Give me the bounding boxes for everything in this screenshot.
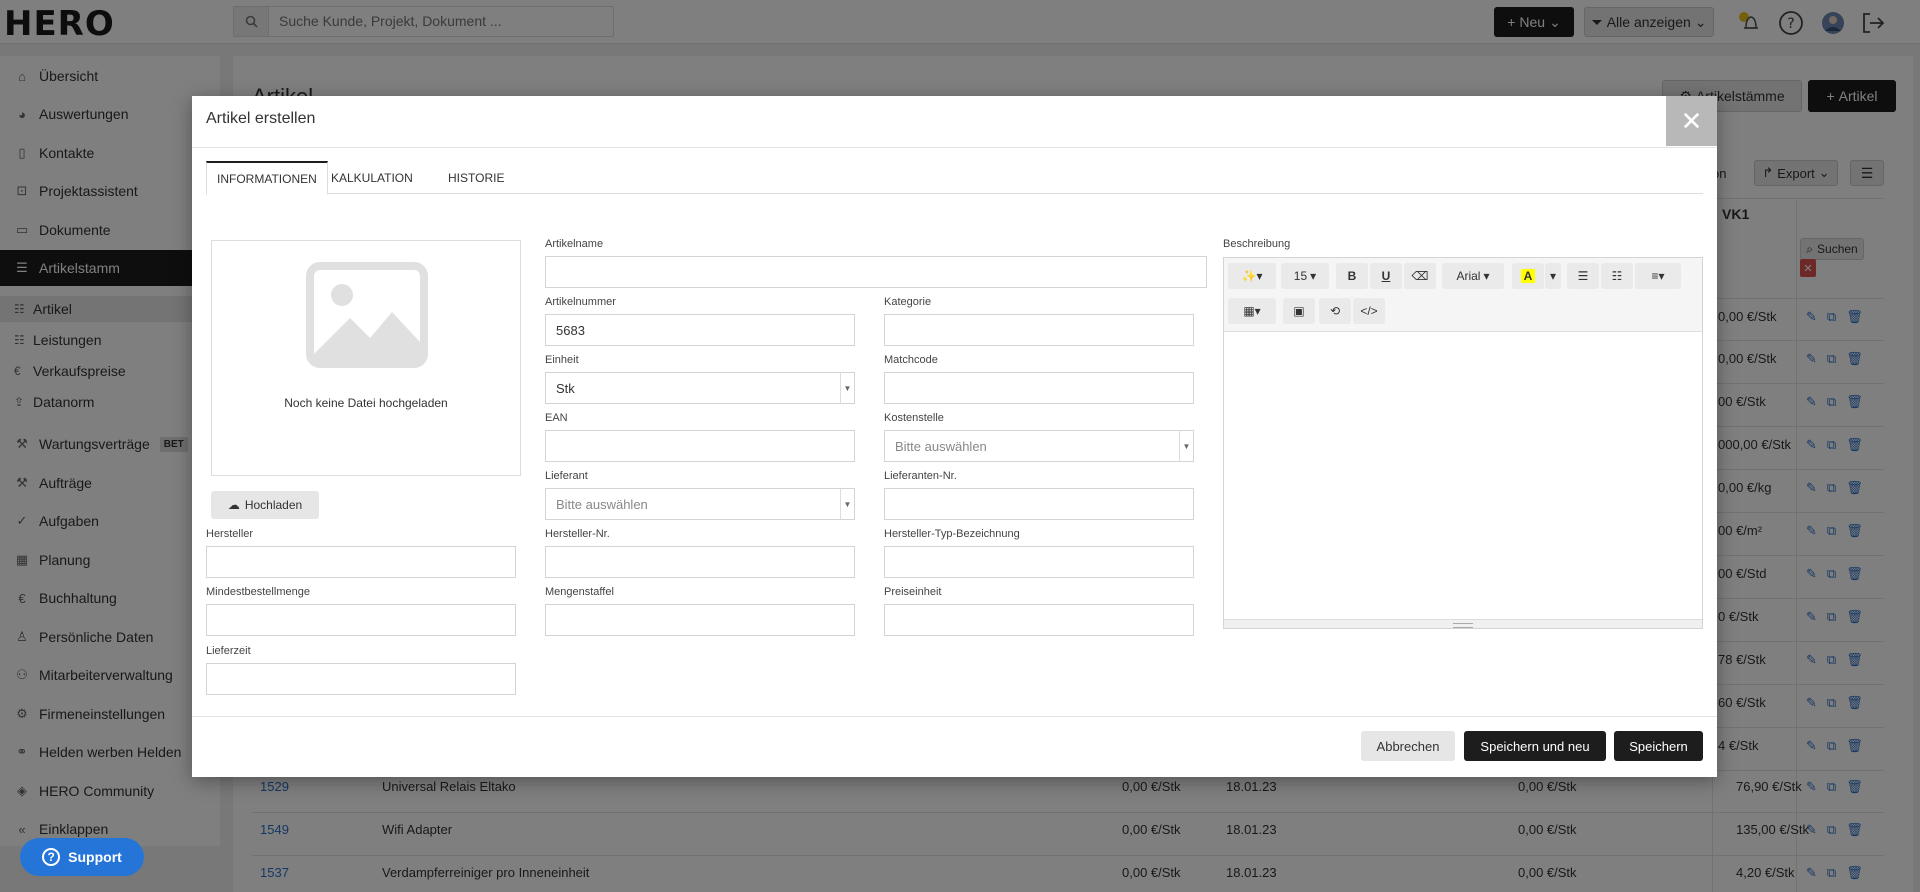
hersteller-nr-label: Hersteller-Nr. [545, 528, 610, 540]
bold-icon[interactable]: B [1336, 263, 1368, 289]
picture-icon[interactable]: ▣ [1283, 298, 1315, 324]
underline-icon[interactable]: U [1370, 263, 1402, 289]
modal-footer-divider [192, 716, 1717, 717]
preiseinheit-field[interactable] [884, 604, 1194, 636]
artikelnummer-label: Artikelnummer [545, 296, 616, 308]
matchcode-label: Matchcode [884, 354, 938, 366]
matchcode-field[interactable] [884, 372, 1194, 404]
lieferant-select[interactable]: Bitte auswählen ▼ [545, 488, 855, 520]
tab-informationen[interactable]: INFORMATIONEN [206, 161, 328, 195]
text-color-icon[interactable]: A [1512, 263, 1544, 289]
caret-down-icon: ▼ [840, 489, 854, 519]
bullet-list-icon[interactable]: ☰ [1567, 263, 1599, 289]
create-article-modal: Artikel erstellen ✕ INFORMATIONEN KALKUL… [192, 96, 1717, 777]
lieferanten-nr-label: Lieferanten-Nr. [884, 470, 957, 482]
no-file-text: Noch keine Datei hochgeladen [284, 396, 448, 410]
modal-title: Artikel erstellen [206, 110, 316, 127]
lieferzeit-field[interactable] [206, 663, 516, 695]
hersteller-nr-field[interactable] [545, 546, 855, 578]
beschreibung-label: Beschreibung [1223, 238, 1291, 250]
table-icon[interactable]: ▦▾ [1228, 298, 1276, 324]
modal-tabs: INFORMATIONEN KALKULATION HISTORIE [206, 161, 1703, 195]
caret-down-icon: ▼ [1179, 431, 1193, 461]
mindestbestellmenge-label: Mindestbestellmenge [206, 586, 310, 598]
font-size-select[interactable]: 15 ▾ [1281, 263, 1329, 289]
tab-historie[interactable]: HISTORIE [438, 161, 514, 195]
lieferant-label: Lieferant [545, 470, 588, 482]
font-family-value: Arial [1456, 269, 1481, 283]
hersteller-typ-field[interactable] [884, 546, 1194, 578]
hersteller-label: Hersteller [206, 528, 254, 540]
tab-kalkulation[interactable]: KALKULATION [321, 161, 423, 195]
numbered-list-icon[interactable]: ☷ [1601, 263, 1633, 289]
eraser-icon[interactable]: ⌫ [1404, 263, 1436, 289]
magic-style-icon[interactable]: ✨▾ [1228, 263, 1276, 289]
kategorie-field[interactable] [884, 314, 1194, 346]
preiseinheit-label: Preiseinheit [884, 586, 942, 598]
font-family-select[interactable]: Arial ▾ [1442, 263, 1504, 289]
support-label: Support [68, 849, 122, 865]
lieferanten-nr-field[interactable] [884, 488, 1194, 520]
highlight-a-icon: A [1520, 269, 1536, 283]
caret-down-icon: ▾ [1310, 269, 1317, 283]
kostenstelle-select[interactable]: Bitte auswählen ▼ [884, 430, 1194, 462]
caret-down-icon: ▼ [840, 373, 854, 403]
editor-resize-handle[interactable] [1224, 619, 1702, 628]
artikelname-label: Artikelname [545, 238, 604, 250]
ean-label: EAN [545, 412, 568, 424]
kostenstelle-label: Kostenstelle [884, 412, 944, 424]
image-upload-area[interactable]: Noch keine Datei hochgeladen [211, 240, 521, 476]
cancel-button[interactable]: Abbrechen [1361, 731, 1455, 761]
mengenstaffel-field[interactable] [545, 604, 855, 636]
save-and-new-button[interactable]: Speichern und neu [1464, 731, 1606, 761]
support-button[interactable]: ? Support [20, 838, 144, 876]
upload-button[interactable]: ☁ Hochladen [211, 491, 319, 519]
cloud-upload-icon: ☁ [227, 498, 240, 512]
close-icon[interactable]: ✕ [1666, 96, 1717, 146]
hersteller-field[interactable] [206, 546, 516, 578]
color-caret-icon[interactable]: ▾ [1545, 263, 1561, 289]
upload-label: Hochladen [244, 498, 303, 512]
font-size-value: 15 [1293, 269, 1308, 283]
editor-toolbar: ✨▾ 15 ▾ B U ⌫ Arial ▾ A ▾ ☰ ☷ ≡▾ ▦▾ ▣ ⟲ </… [1224, 258, 1702, 332]
ean-field[interactable] [545, 430, 855, 462]
kategorie-label: Kategorie [884, 296, 932, 308]
lieferzeit-label: Lieferzeit [206, 645, 251, 657]
kostenstelle-placeholder: Bitte auswählen [895, 438, 987, 454]
fullscreen-icon[interactable]: ⟲ [1319, 298, 1351, 324]
align-icon[interactable]: ≡▾ [1635, 263, 1681, 289]
einheit-value: Stk [556, 380, 575, 396]
description-editor: ✨▾ 15 ▾ B U ⌫ Arial ▾ A ▾ ☰ ☷ ≡▾ ▦▾ ▣ ⟲ </… [1223, 257, 1703, 629]
save-button[interactable]: Speichern [1614, 731, 1703, 761]
mindestbestellmenge-field[interactable] [206, 604, 516, 636]
image-placeholder-icon [306, 262, 428, 368]
modal-divider [192, 147, 1717, 148]
artikelnummer-field[interactable]: 5683 [545, 314, 855, 346]
code-view-icon[interactable]: </> [1353, 298, 1385, 324]
lieferant-placeholder: Bitte auswählen [556, 496, 648, 512]
artikelname-field[interactable] [545, 256, 1207, 288]
einheit-label: Einheit [545, 354, 579, 366]
hersteller-typ-label: Hersteller-Typ-Bezeichnung [884, 528, 1020, 540]
caret-down-icon: ▾ [1483, 269, 1490, 283]
help-icon: ? [42, 848, 61, 866]
mengenstaffel-label: Mengenstaffel [545, 586, 614, 598]
einheit-select[interactable]: Stk ▼ [545, 372, 855, 404]
